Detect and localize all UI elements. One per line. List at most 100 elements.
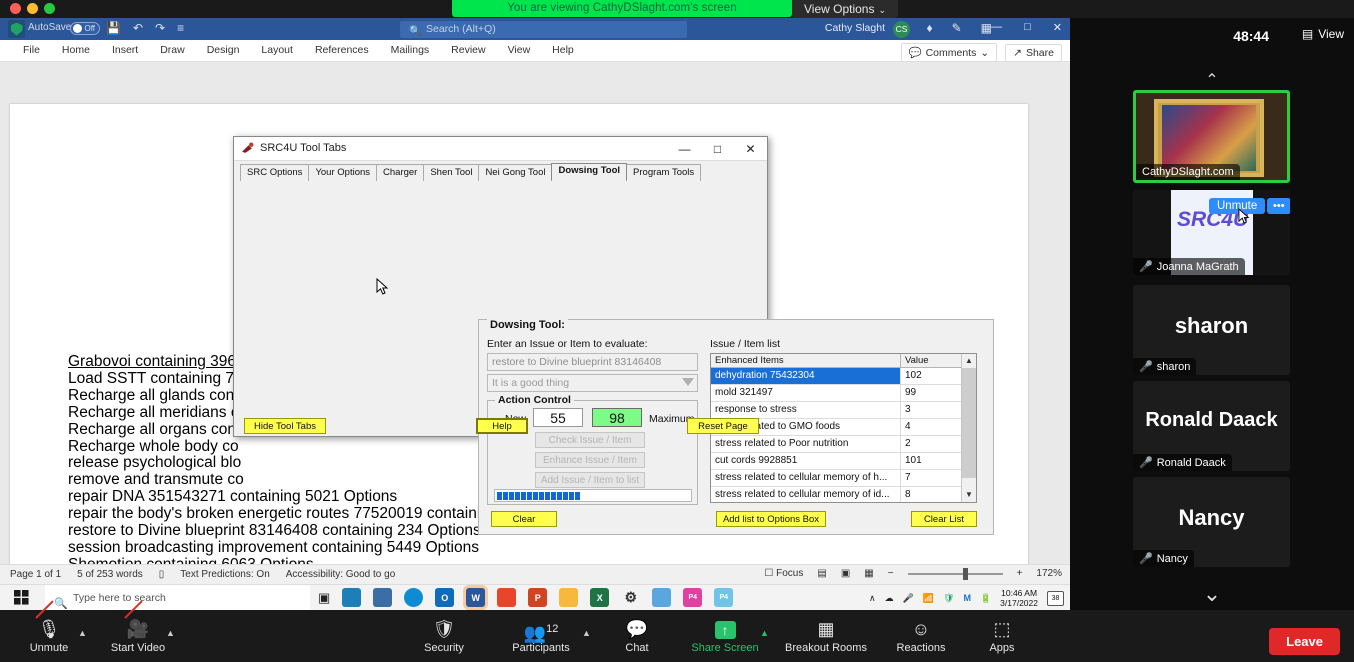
- word-title-icons[interactable]: ♦ ✎ ▦: [926, 21, 992, 35]
- column-header-value[interactable]: Value: [901, 354, 947, 367]
- table-row[interactable]: stress related to cellular memory of h..…: [711, 470, 976, 487]
- taskbar-app-icons[interactable]: ▣ O W P X ⚙ P4 P4: [318, 588, 734, 607]
- maximum-value[interactable]: 98: [592, 408, 642, 427]
- focus-mode-button[interactable]: ☐ Focus: [764, 568, 803, 579]
- zoom-slider[interactable]: [907, 567, 1003, 580]
- participant-more-options-button[interactable]: •••: [1267, 198, 1290, 214]
- participant-tile-cathydslaght[interactable]: CathyDSlaght.com: [1133, 90, 1290, 183]
- reactions-button[interactable]: ☺ Reactions: [876, 618, 966, 654]
- restore-button[interactable]: □: [1024, 21, 1031, 34]
- clear-button[interactable]: Clear: [491, 511, 557, 527]
- issue-input[interactable]: restore to Divine blueprint 83146408: [487, 353, 698, 371]
- share-button[interactable]: ↗ Share: [1005, 43, 1062, 62]
- tab-nei-gong-tool[interactable]: Nei Gong Tool: [478, 164, 553, 181]
- windows-start-icon[interactable]: [14, 590, 29, 605]
- text-predictions-status[interactable]: Text Predictions: On: [180, 569, 269, 580]
- column-header-enhanced-items[interactable]: Enhanced Items: [711, 354, 901, 367]
- table-row[interactable]: dehydration 75432304 102: [711, 368, 976, 385]
- tab-shen-tool[interactable]: Shen Tool: [423, 164, 480, 181]
- security-icon[interactable]: 🛡: [943, 593, 954, 604]
- ribbon-tab-draw[interactable]: Draw: [149, 40, 196, 60]
- minimize-button[interactable]: —: [991, 21, 1002, 34]
- add-issue-button[interactable]: Add Issue / Item to list: [535, 472, 645, 488]
- accessibility-status[interactable]: Accessibility: Good to go: [286, 569, 396, 580]
- p4-app-2-icon[interactable]: P4: [714, 588, 734, 607]
- help-button[interactable]: Help: [476, 418, 528, 434]
- tab-program-tools[interactable]: Program Tools: [626, 164, 702, 181]
- audio-options-caret-icon[interactable]: ▲: [78, 628, 87, 638]
- ribbon-tab-references[interactable]: References: [304, 40, 380, 60]
- powerpoint-icon[interactable]: P: [528, 588, 548, 607]
- ribbon-tab-layout[interactable]: Layout: [250, 40, 304, 60]
- close-window-dot[interactable]: [10, 3, 21, 14]
- ribbon-tab-review[interactable]: Review: [440, 40, 496, 60]
- sync-icon[interactable]: ☁: [885, 593, 894, 604]
- word-account-name[interactable]: Cathy Slaght: [825, 22, 885, 34]
- window-traffic-lights[interactable]: [10, 3, 55, 14]
- view-options-button[interactable]: View Options ⌄: [792, 0, 899, 19]
- zoom-out-button[interactable]: −: [888, 568, 894, 579]
- page-indicator[interactable]: Page 1 of 1: [10, 569, 61, 580]
- chat-button[interactable]: 💬 Chat: [592, 618, 682, 654]
- comments-button[interactable]: 💬 Comments ⌄: [900, 43, 998, 62]
- task-view-icon[interactable]: ▣: [318, 590, 330, 606]
- proofing-icon[interactable]: ▯: [159, 569, 165, 580]
- maximize-window-dot[interactable]: [44, 3, 55, 14]
- settings-icon[interactable]: ⚙: [621, 588, 640, 607]
- table-row[interactable]: stress related to cellular memory of id.…: [711, 487, 976, 502]
- ribbon-tab-home[interactable]: Home: [51, 40, 101, 60]
- tab-charger[interactable]: Charger: [376, 164, 425, 181]
- system-tray[interactable]: ∧ ☁ 🎤 📶 🛡 M 🔋 10:46 AM 3/17/2022 38: [869, 585, 1064, 611]
- word-count[interactable]: 5 of 253 words: [77, 569, 143, 580]
- apps-button[interactable]: ⬚ Apps: [957, 618, 1047, 654]
- chevron-down-icon[interactable]: ⌄: [980, 47, 989, 59]
- evaluation-combo[interactable]: It is a good thing: [487, 374, 698, 392]
- src4u-tool-tabs-dialog[interactable]: SRC4U Tool Tabs — □ ✕ SRC Options Your O…: [233, 136, 994, 535]
- video-options-caret-icon[interactable]: ▲: [166, 628, 175, 638]
- printer-app-icon[interactable]: [342, 588, 362, 607]
- word-search-box[interactable]: 🔍 Search (Alt+Q): [400, 21, 687, 38]
- zoom-in-button[interactable]: +: [1017, 568, 1023, 579]
- dialog-tab-strip[interactable]: SRC Options Your Options Charger Shen To…: [240, 163, 702, 181]
- tab-your-options[interactable]: Your Options: [308, 164, 378, 181]
- ribbon-tab-view[interactable]: View: [497, 40, 542, 60]
- malwarebytes-icon[interactable]: M: [963, 593, 971, 603]
- battery-icon[interactable]: 🔋: [980, 593, 991, 604]
- tab-src-options[interactable]: SRC Options: [240, 164, 310, 181]
- snip-tool-icon[interactable]: [652, 588, 672, 607]
- avatar[interactable]: CS: [893, 21, 910, 38]
- word-window-controls[interactable]: — □ ✕: [991, 21, 1062, 34]
- participant-tile-nancy[interactable]: Nancy 🎤 Nancy: [1133, 477, 1290, 567]
- word-icon[interactable]: W: [466, 588, 486, 607]
- taskbar-search-input[interactable]: 🔍 Type here to search: [45, 585, 310, 611]
- tray-clock[interactable]: 10:46 AM 3/17/2022: [1000, 588, 1038, 608]
- zoom-level[interactable]: 172%: [1036, 568, 1062, 579]
- scroll-down-button[interactable]: ▼: [962, 488, 976, 502]
- scroll-participants-up-button[interactable]: ⌃: [1205, 70, 1218, 90]
- minimize-window-dot[interactable]: [27, 3, 38, 14]
- security-button[interactable]: 🛡 Security: [399, 618, 489, 654]
- pen-icon[interactable]: ✎: [952, 21, 962, 35]
- ribbon-tab-design[interactable]: Design: [196, 40, 251, 60]
- scroll-participants-down-button[interactable]: ⌄: [1203, 581, 1221, 607]
- check-issue-button[interactable]: Check Issue / Item: [535, 432, 645, 448]
- file-explorer-icon[interactable]: [559, 588, 579, 607]
- now-value[interactable]: 55: [533, 408, 583, 427]
- scroll-up-button[interactable]: ▲: [962, 354, 976, 368]
- ribbon-tab-file[interactable]: File: [12, 40, 51, 60]
- clear-list-button[interactable]: Clear List: [911, 511, 977, 527]
- participants-caret-icon[interactable]: ▲: [582, 628, 591, 638]
- dialog-maximize-button[interactable]: □: [701, 137, 734, 161]
- add-list-to-options-box-button[interactable]: Add list to Options Box: [716, 511, 826, 527]
- web-layout-icon[interactable]: ▦: [864, 568, 873, 579]
- excel-icon[interactable]: X: [590, 588, 610, 607]
- breakout-rooms-button[interactable]: ▦ Breakout Rooms: [781, 618, 871, 654]
- edge-icon[interactable]: [404, 588, 424, 607]
- tray-chevron-up-icon[interactable]: ∧: [869, 593, 876, 604]
- close-button[interactable]: ✕: [1053, 21, 1062, 34]
- table-row[interactable]: mold 321497 99: [711, 385, 976, 402]
- leave-meeting-button[interactable]: Leave: [1269, 628, 1340, 655]
- participants-button[interactable]: 👥12 Participants: [496, 618, 586, 654]
- chevron-down-icon[interactable]: [682, 378, 694, 386]
- share-screen-button[interactable]: ↑ Share Screen: [680, 618, 770, 654]
